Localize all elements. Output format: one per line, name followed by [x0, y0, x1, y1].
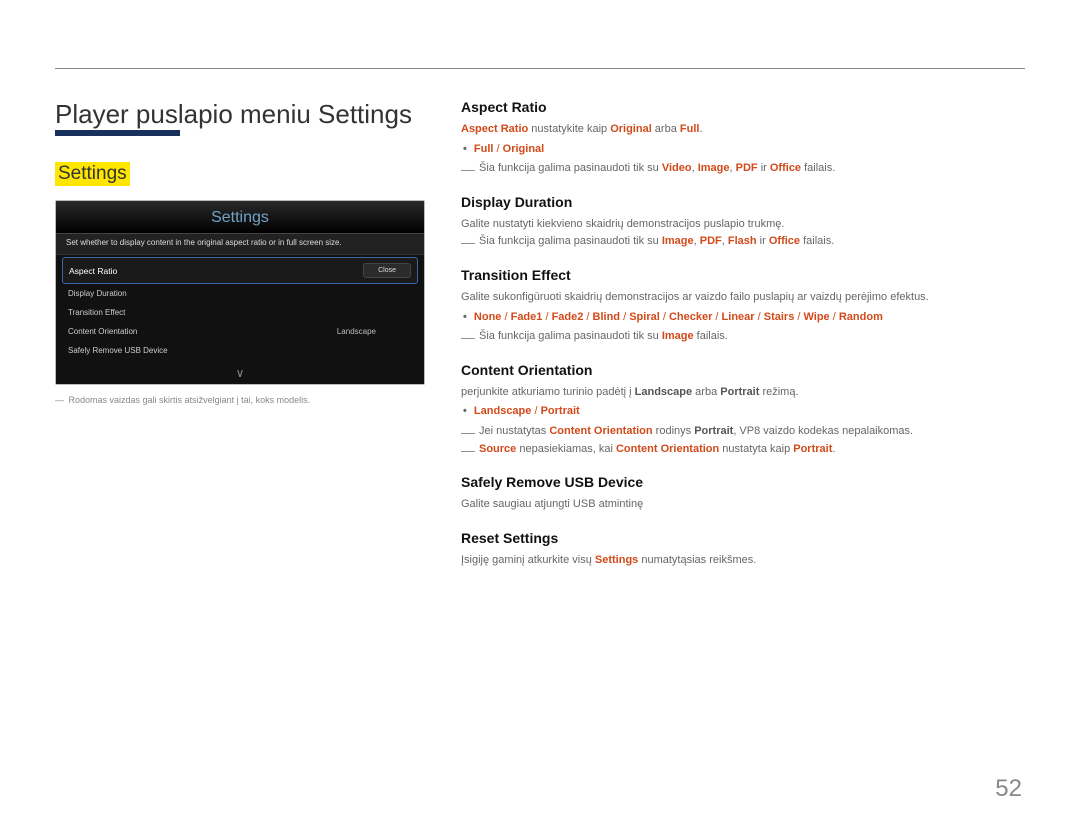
- header-accent-bar: [55, 130, 180, 136]
- content-note-2: Source nepasiekiamas, kai Content Orient…: [461, 441, 1025, 459]
- device-row-label: Transition Effect: [68, 308, 125, 317]
- page-title: Player puslapio meniu Settings: [55, 99, 425, 130]
- heading-content-orientation: Content Orientation: [461, 362, 1025, 378]
- heading-transition-effect: Transition Effect: [461, 267, 1025, 283]
- section-highlight-settings: Settings: [55, 162, 130, 186]
- device-row-safely-remove[interactable]: Safely Remove USB Device: [62, 341, 418, 360]
- page-number: 52: [995, 775, 1022, 803]
- aspect-ratio-desc: Aspect Ratio nustatykite kaip Original a…: [461, 121, 1025, 139]
- device-title: Settings: [56, 201, 424, 233]
- image-footnote: ― Rodomas vaizdas gali skirtis atsižvelg…: [55, 395, 425, 405]
- device-row-display-duration[interactable]: Display Duration: [62, 284, 418, 303]
- heading-reset-settings: Reset Settings: [461, 530, 1025, 546]
- footnote-text: Rodomas vaizdas gali skirtis atsižvelgia…: [69, 395, 311, 405]
- device-row-aspect-ratio[interactable]: Aspect Ratio Close: [62, 257, 418, 284]
- device-row-label: Aspect Ratio: [69, 266, 117, 276]
- dash-icon: [461, 425, 475, 439]
- content-note-1: Jei nustatytas Content Orientation rodin…: [461, 423, 1025, 441]
- device-row-label: Safely Remove USB Device: [68, 346, 168, 355]
- device-row-transition-effect[interactable]: Transition Effect: [62, 303, 418, 322]
- content-orientation-options: Landscape / Portrait: [461, 403, 1025, 421]
- aspect-options: Full / Original: [461, 141, 1025, 159]
- chevron-down-icon[interactable]: ∨: [56, 366, 424, 384]
- content-orientation-desc: perjunkite atkuriamo turinio padėtį į La…: [461, 384, 1025, 402]
- display-duration-desc: Galite nustatyti kiekvieno skaidrių demo…: [461, 216, 1025, 234]
- device-description: Set whether to display content in the or…: [56, 233, 424, 255]
- dash-icon: ―: [55, 395, 64, 405]
- dash-icon: [461, 330, 475, 344]
- heading-display-duration: Display Duration: [461, 194, 1025, 210]
- close-button[interactable]: Close: [363, 263, 411, 278]
- device-row-label: Display Duration: [68, 289, 127, 298]
- heading-aspect-ratio: Aspect Ratio: [461, 99, 1025, 115]
- aspect-note: Šia funkcija galima pasinaudoti tik su V…: [461, 160, 1025, 178]
- device-row-label: Content Orientation: [68, 327, 137, 336]
- transition-desc: Galite sukonfigūruoti skaidrių demonstra…: [461, 289, 1025, 307]
- header-rule: [55, 68, 1025, 69]
- device-screenshot: Settings Set whether to display content …: [55, 200, 425, 385]
- device-row-content-orientation[interactable]: Content Orientation Landscape: [62, 322, 418, 341]
- transition-options: None / Fade1 / Fade2 / Blind / Spiral / …: [461, 309, 1025, 327]
- transition-note: Šia funkcija galima pasinaudoti tik su I…: [461, 328, 1025, 346]
- dash-icon: [461, 235, 475, 249]
- reset-settings-desc: Įsigiję gaminį atkurkite visų Settings n…: [461, 552, 1025, 570]
- heading-safely-remove: Safely Remove USB Device: [461, 474, 1025, 490]
- display-note: Šia funkcija galima pasinaudoti tik su I…: [461, 233, 1025, 251]
- dash-icon: [461, 443, 475, 457]
- dash-icon: [461, 162, 475, 176]
- device-row-value: Landscape: [337, 327, 412, 336]
- safely-remove-desc: Galite saugiau atjungti USB atmintinę: [461, 496, 1025, 514]
